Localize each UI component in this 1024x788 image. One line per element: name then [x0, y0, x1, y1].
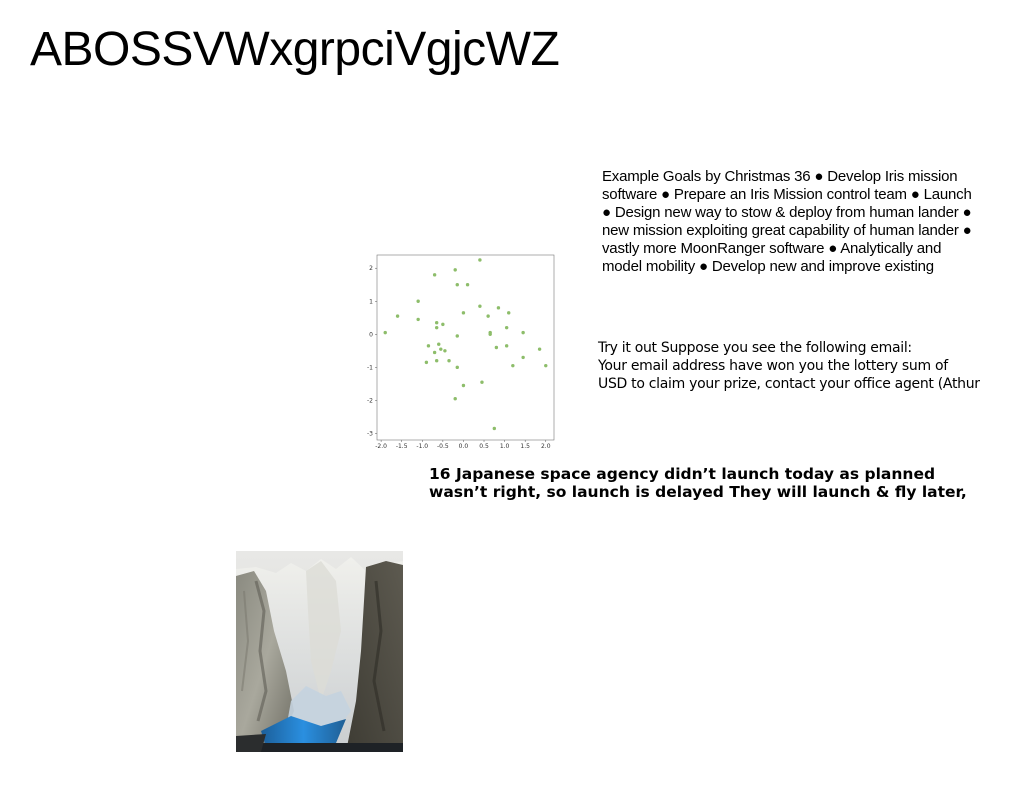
y-tick-label: 2 [369, 265, 373, 272]
scatter-point [486, 314, 490, 318]
x-tick-label: 0.0 [459, 443, 469, 450]
scatter-point [521, 355, 525, 360]
scatter-point [507, 311, 511, 315]
scatter-point [443, 349, 447, 353]
scatter-point [455, 365, 459, 370]
scatter-point [426, 344, 431, 348]
scatter-point [480, 380, 484, 384]
scatter-point [439, 347, 443, 351]
goals-line: ● Design new way to stow & deploy from h… [602, 204, 972, 221]
y-tick-label: -1 [367, 364, 373, 371]
y-tick-label: 0 [369, 331, 373, 338]
x-tick-label: 1.5 [520, 443, 530, 450]
x-tick-label: -0.5 [437, 443, 449, 450]
scatter-point [416, 317, 420, 322]
y-tick-label: 1 [369, 298, 373, 305]
scatter-point [492, 426, 497, 431]
email-line: Your email address have won you the lott… [598, 358, 948, 374]
news-line: wasn’t right, so launch is delayed They … [429, 483, 967, 501]
goals-line: model mobility ● Develop new and improve… [602, 258, 934, 275]
scatter-point [395, 314, 400, 318]
scatter-point [488, 332, 492, 336]
news-text-block: 16 Japanese space agency didn’t launch t… [429, 465, 1009, 501]
scatter-point [465, 283, 470, 287]
goals-text-block: Example Goals by Christmas 36 ● Develop … [602, 168, 1012, 276]
scatter-point [455, 283, 459, 287]
scatter-point [511, 363, 515, 368]
x-tick-label: 2.0 [541, 443, 551, 450]
scatter-point [416, 299, 420, 303]
scatter-point [432, 350, 437, 355]
email-line: Try it out Suppose you see the following… [598, 340, 912, 356]
scatter-point [434, 359, 439, 363]
scatter-point [461, 311, 466, 315]
y-tick-label: -3 [367, 430, 373, 437]
scatter-point [544, 363, 548, 368]
x-tick-label: -2.0 [375, 443, 387, 450]
scatter-point [478, 258, 482, 262]
scatter-point [461, 383, 466, 388]
x-tick-label: 0.5 [479, 443, 489, 450]
email-line: USD to claim your prize, contact your of… [598, 376, 980, 392]
page-title: ABOSSVWxgrpciVgjcWZ [30, 23, 560, 76]
scatter-point [441, 322, 445, 327]
goals-line: new mission exploiting great capability … [602, 222, 972, 239]
scatter-point [521, 330, 525, 335]
scatter-point [383, 330, 387, 335]
y-tick-label: -2 [367, 397, 373, 404]
scatter-point [437, 342, 441, 346]
goals-line: software ● Prepare an Iris Mission contr… [602, 186, 972, 203]
scatter-point [504, 325, 509, 330]
scatter-point [434, 325, 439, 330]
scatter-point [453, 397, 457, 401]
goals-line: vastly more MoonRanger software ● Analyt… [602, 240, 942, 257]
x-tick-label: 1.0 [500, 443, 510, 450]
scatter-point [424, 360, 429, 365]
news-line: 16 Japanese space agency didn’t launch t… [429, 465, 936, 483]
scatter-point [537, 347, 542, 351]
goals-line: Example Goals by Christmas 36 ● Develop … [602, 168, 958, 185]
scatter-point [447, 359, 451, 363]
scatter-point [504, 344, 509, 348]
scatter-point [494, 345, 499, 350]
scatter-point [432, 273, 437, 277]
plot-frame [376, 254, 555, 441]
scatter-plot: -2.0 -1.5 -1.0 -0.5 0.0 0.5 1.0 1.5 2.0 2 1 0 -1 -2 -3 [367, 254, 555, 450]
scatter-point [496, 306, 501, 310]
email-text-block: Try it out Suppose you see the following… [598, 339, 1018, 393]
scatter-point [455, 334, 459, 338]
scatter-point [453, 268, 457, 272]
x-tick-label: -1.0 [416, 443, 428, 450]
scatter-point [478, 304, 482, 308]
scatter-point [434, 321, 439, 325]
x-tick-label: -1.5 [396, 443, 408, 450]
mountain-photo [236, 551, 403, 752]
